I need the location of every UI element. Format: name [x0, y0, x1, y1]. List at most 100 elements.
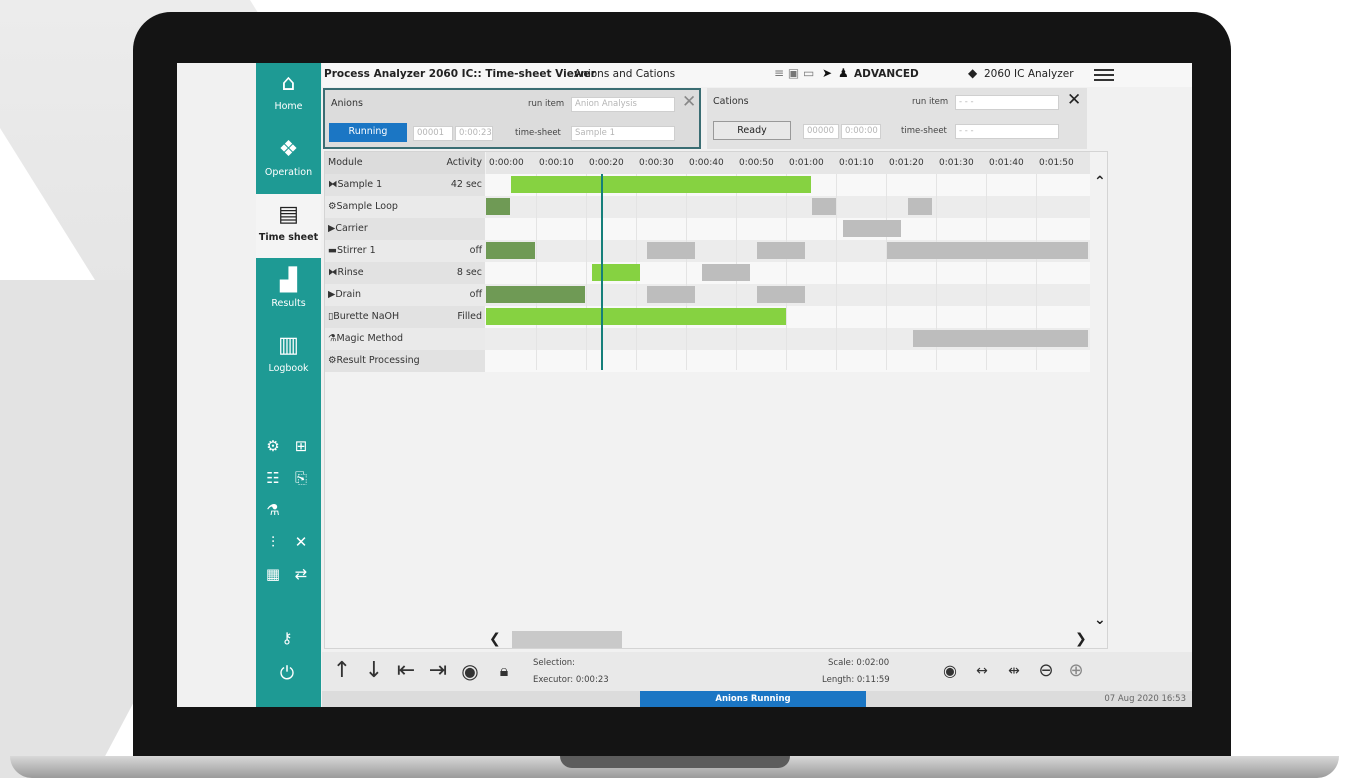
activity-bar-stirrer[interactable] — [647, 242, 695, 259]
settings-gear-icon[interactable]: ⚙ — [262, 435, 284, 457]
eye-icon[interactable]: ◉ — [936, 652, 964, 691]
activity-bar-magic-method[interactable] — [913, 330, 1088, 347]
sidebar-item-label: Time sheet — [258, 232, 319, 243]
module-cell: ⚙Result Processing — [325, 350, 485, 372]
anions-timesheet-label: time-sheet — [515, 128, 561, 138]
expand-width-icon[interactable]: ↔ — [968, 652, 996, 691]
timesheet-icon: ▤ — [278, 202, 299, 227]
stirrer-icon: ▬ — [328, 245, 337, 256]
activity-bar-drain[interactable] — [647, 286, 695, 303]
app-header: Process Analyzer 2060 IC:: Time-sheet Vi… — [322, 63, 1192, 87]
time-tick: 0:00:50 — [739, 158, 774, 168]
activity-bar-stirrer[interactable] — [887, 242, 1088, 259]
module-name: Stirrer 1 — [336, 245, 376, 256]
sidebar-item-operation[interactable]: ❖ Operation — [256, 129, 321, 193]
cations-status-button[interactable]: Ready — [713, 121, 791, 140]
anions-run-item-field[interactable]: Anion Analysis — [571, 97, 675, 112]
toolbar-icons[interactable]: ≡ ▣ ▭ — [774, 66, 814, 80]
length-label: Length: 0:11:59 — [822, 675, 890, 685]
zoom-out-icon[interactable]: ⊖ — [1032, 652, 1060, 691]
cations-run-item-field[interactable]: - - - — [955, 95, 1059, 110]
stopwatch-icon: ⧓ — [328, 179, 338, 190]
table-row[interactable]: ▶Carrier — [325, 218, 1090, 240]
key-icon[interactable]: ⚷ — [276, 627, 298, 649]
sidebar-item-logbook[interactable]: ▥ Logbook — [256, 325, 321, 389]
cations-timesheet-field[interactable]: - - - — [955, 124, 1059, 139]
activity-bar-stirrer[interactable] — [757, 242, 805, 259]
activity-column-header: Activity — [446, 157, 482, 168]
time-tick: 0:01:20 — [889, 158, 924, 168]
module-name: Magic Method — [336, 333, 404, 344]
activity-bar-stirrer[interactable] — [486, 242, 535, 259]
module-name: Result Processing — [336, 355, 420, 366]
network-icon[interactable]: ⊞ — [290, 435, 312, 457]
zoom-in-icon[interactable]: ⊕ — [1062, 652, 1090, 691]
move-up-button[interactable]: ↑ — [328, 652, 356, 691]
activity-bar-carrier[interactable] — [843, 220, 901, 237]
clipboard-icon[interactable]: ⎘ — [290, 467, 312, 489]
anions-close-icon[interactable]: ✕ — [682, 92, 696, 112]
anions-title: Anions — [331, 98, 363, 109]
module-cell: ⚙Sample Loop — [325, 196, 485, 218]
record-button[interactable]: ◉ — [456, 652, 484, 691]
compress-width-icon[interactable]: ⇹ — [1000, 652, 1028, 691]
activity-bar-sample[interactable] — [511, 176, 811, 193]
scroll-down-icon[interactable]: ⌄ — [1094, 612, 1106, 628]
anions-timesheet-field[interactable]: Sample 1 — [571, 126, 675, 141]
sidebar-item-time-sheet[interactable]: ▤ Time sheet — [256, 194, 321, 258]
time-cursor[interactable] — [601, 174, 603, 370]
module-activity: off — [469, 289, 482, 300]
activity-bar-rinse[interactable] — [592, 264, 640, 281]
activity-bar-sample-loop[interactable] — [908, 198, 932, 215]
activity-bar-sample-loop[interactable] — [486, 198, 510, 215]
activity-bar-rinse[interactable] — [702, 264, 750, 281]
flask-icon[interactable]: ⚗ — [262, 499, 284, 521]
module-name: Burette NaOH — [333, 311, 400, 322]
sliders-icon[interactable]: ⫶ — [262, 531, 284, 553]
cations-close-icon[interactable]: ✕ — [1067, 90, 1081, 110]
scroll-right-icon[interactable]: ❯ — [1075, 631, 1087, 647]
activity-bar-sample-loop[interactable] — [812, 198, 836, 215]
app-screen: ⌂ Home ❖ Operation ▤ Time sheet ▟ Result… — [177, 63, 1192, 707]
timesheet-grid: Module Activity 0:00:00 0:00:10 0:00:20 … — [324, 151, 1108, 649]
scroll-left-icon[interactable]: ❮ — [489, 631, 501, 647]
jump-end-button[interactable]: ⇥ — [424, 652, 452, 691]
laptop-notch — [560, 756, 790, 768]
anions-status-button[interactable]: Running — [329, 123, 407, 142]
device-name[interactable]: 2060 IC Analyzer — [984, 68, 1074, 80]
module-cell: ▶Drain off — [325, 284, 485, 306]
executor-label: Executor: 0:00:23 — [533, 675, 609, 685]
time-tick: 0:00:40 — [689, 158, 724, 168]
sidebar-item-results[interactable]: ▟ Results — [256, 260, 321, 324]
time-tick: 0:00:30 — [639, 158, 674, 168]
gears-icon: ⚙ — [328, 355, 337, 366]
status-datetime: 07 Aug 2020 16:53 — [1104, 694, 1186, 704]
horizontal-scrollbar-thumb[interactable] — [512, 631, 622, 648]
activity-bar-drain[interactable] — [757, 286, 805, 303]
jump-start-button[interactable]: ⇤ — [392, 652, 420, 691]
user-level[interactable]: ADVANCED — [854, 68, 919, 80]
module-activity: off — [469, 245, 482, 256]
move-down-button[interactable]: ↓ — [360, 652, 388, 691]
transfer-icon[interactable]: ⇄ — [290, 563, 312, 585]
scroll-up-icon[interactable]: ⌃ — [1094, 174, 1106, 190]
sidebar-item-label: Operation — [264, 167, 313, 178]
calculator-icon[interactable]: ▦ — [262, 563, 284, 585]
table-row[interactable]: ⚙Sample Loop — [325, 196, 1090, 218]
activity-bar-drain[interactable] — [486, 286, 585, 303]
menu-icon[interactable] — [1094, 66, 1114, 84]
sidebar-item-home[interactable]: ⌂ Home — [256, 63, 321, 127]
lock-icon[interactable]: 🔒︎ — [490, 652, 518, 691]
table-row[interactable]: ⚙Result Processing — [325, 350, 1090, 372]
sidebar-item-label: Results — [271, 298, 306, 309]
config-list-icon[interactable]: ☷ — [262, 467, 284, 489]
table-row[interactable]: ▶Drain off — [325, 284, 1090, 306]
sidebar-item-label: Home — [274, 101, 303, 112]
module-cell: ⧓Sample 1 42 sec — [325, 174, 485, 196]
tools-icon[interactable]: ✕ — [290, 531, 312, 553]
selection-label: Selection: — [533, 658, 576, 668]
module-activity: 42 sec — [450, 179, 482, 190]
power-icon[interactable]: ⏻ — [276, 663, 298, 685]
activity-bar-burette[interactable] — [486, 308, 786, 325]
cations-counter: 00000 — [803, 124, 839, 139]
